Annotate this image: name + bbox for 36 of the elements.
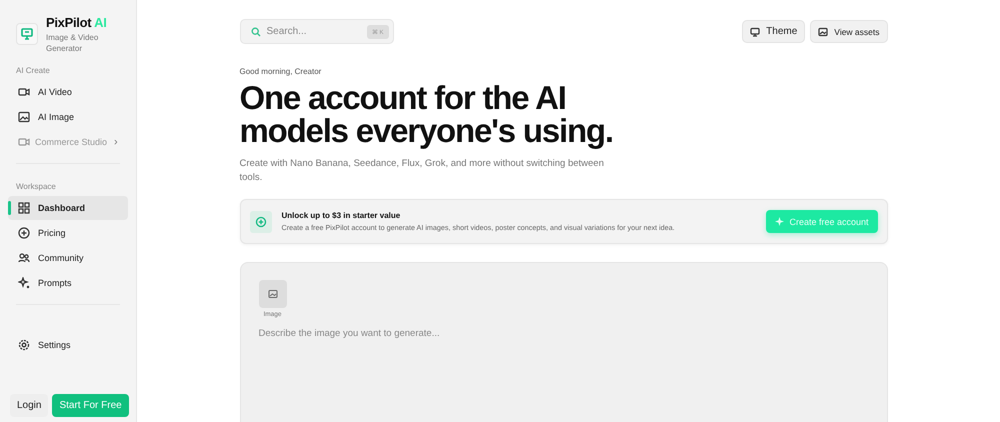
sidebar-item[interactable]: AI Video <box>8 80 128 104</box>
brand-name: PixPilot AI <box>46 15 107 30</box>
sparkle-icon <box>775 217 784 226</box>
nav-icon <box>18 111 30 123</box>
sidebar-item[interactable]: Dashboard <box>8 196 128 220</box>
hero-title: One account for the AI models everyone's using. <box>240 81 614 147</box>
hero-subtitle: Create with Nano Banana, Seedance, Flux, Grok, and more without switching between tools. <box>240 157 605 185</box>
settings-item[interactable]: Settings <box>8 333 128 357</box>
nav-icon <box>18 277 30 289</box>
settings-icon <box>18 339 30 351</box>
section-heading: AI Create <box>16 66 51 75</box>
nav-icon <box>18 202 30 214</box>
greeting: Good morning, Creator <box>240 67 322 76</box>
sidebar-item[interactable]: Prompts <box>8 271 128 295</box>
prompt-input[interactable]: Describe the image you want to generate... <box>258 328 868 388</box>
logo-icon <box>16 23 38 45</box>
login-button[interactable]: Login <box>10 394 48 417</box>
nav-icon <box>18 136 30 148</box>
toolbar-button[interactable]: Theme <box>742 20 806 43</box>
nav-icon <box>18 227 30 239</box>
sidebar-item[interactable]: Pricing <box>8 221 128 245</box>
button-icon <box>818 26 828 36</box>
button-icon <box>750 26 760 36</box>
nav-icon <box>18 252 30 264</box>
image-icon <box>268 289 278 299</box>
sidebar-item[interactable]: Community <box>8 246 128 270</box>
section-heading: Workspace <box>16 182 57 191</box>
nav-icon <box>18 86 30 98</box>
image-mode-button[interactable] <box>258 280 286 308</box>
brand-tagline: Image & Video Generator <box>46 32 100 54</box>
search-icon <box>250 26 260 36</box>
sidebar-item[interactable]: AI Image <box>8 105 128 129</box>
chevron-icon: › <box>114 136 118 148</box>
toolbar-button[interactable]: View assets <box>810 20 888 43</box>
banner-title: Unlock up to $3 in starter value <box>282 211 402 220</box>
search-input[interactable]: Search... <box>266 26 361 37</box>
